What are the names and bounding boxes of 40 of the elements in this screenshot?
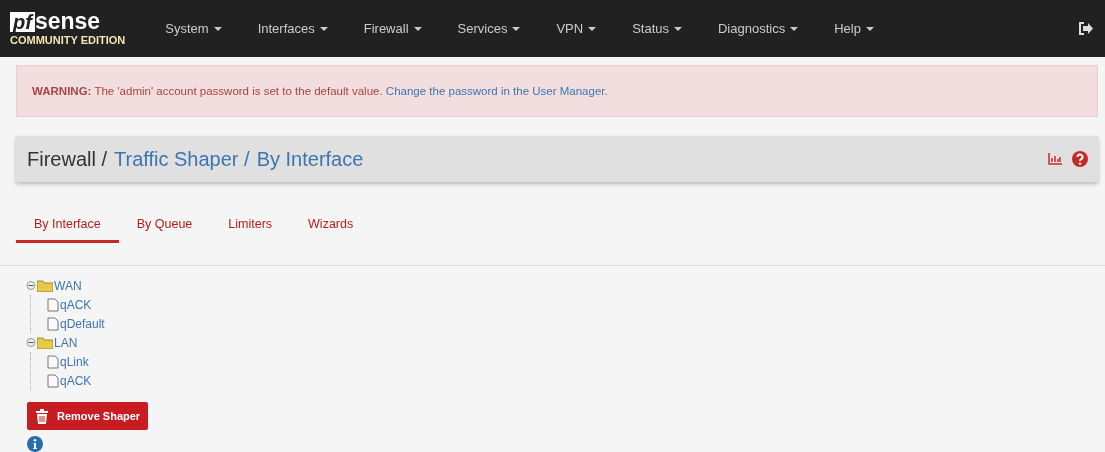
tab[interactable]: By Queue <box>118 207 211 243</box>
remove-shaper-button[interactable]: Remove Shaper <box>27 402 149 430</box>
help-icon[interactable] <box>1072 151 1088 167</box>
nav-menu[interactable]: Help <box>834 21 874 36</box>
nav-menu[interactable]: System <box>165 21 222 36</box>
nav-menu[interactable]: VPN <box>556 21 597 36</box>
file-icon <box>47 297 59 312</box>
tree-item[interactable]: qACK <box>60 373 92 388</box>
edition-label: COMMUNITY EDITION <box>10 34 126 46</box>
tree-item[interactable]: qDefault <box>60 316 105 331</box>
file-icon <box>47 354 59 369</box>
user-manager-link[interactable]: Change the password in the User Manager. <box>385 85 608 97</box>
tree-item[interactable]: qACK <box>60 297 92 312</box>
chart-icon[interactable] <box>1048 153 1062 165</box>
logo-text[interactable]: sense <box>34 11 101 32</box>
nav-menu[interactable]: Diagnostics <box>718 21 799 36</box>
nav-menu[interactable]: Firewall <box>363 21 422 36</box>
tree-item[interactable]: LAN <box>54 335 78 350</box>
tab[interactable]: By Interface <box>16 207 119 243</box>
breadcrumb-item[interactable]: Traffic Shaper / <box>114 147 250 171</box>
tree-item[interactable]: WAN <box>54 278 82 293</box>
nav-menu[interactable]: Interfaces <box>257 21 328 36</box>
trash-icon <box>35 408 49 424</box>
info-icon[interactable] <box>27 436 43 452</box>
tree-item[interactable]: qLink <box>60 354 89 369</box>
collapse-icon[interactable] <box>26 281 36 290</box>
collapse-icon[interactable] <box>26 338 36 347</box>
tab[interactable]: Wizards <box>290 207 372 243</box>
nav-menu[interactable]: Services <box>457 21 521 36</box>
nav-menu[interactable]: Status <box>632 21 682 36</box>
breadcrumb-item[interactable]: By Interface <box>256 147 364 171</box>
warning-text: WARNING: The 'admin' account password is set to the default value. <box>32 85 383 97</box>
folder-icon <box>37 279 53 292</box>
file-icon <box>47 373 59 388</box>
file-icon <box>47 316 59 331</box>
tab[interactable]: Limiters <box>210 207 291 243</box>
breadcrumb-item: Firewall / <box>27 147 107 171</box>
logout-icon[interactable] <box>1079 22 1093 35</box>
logo-mark[interactable]: pf <box>10 12 35 32</box>
folder-icon <box>37 336 53 349</box>
